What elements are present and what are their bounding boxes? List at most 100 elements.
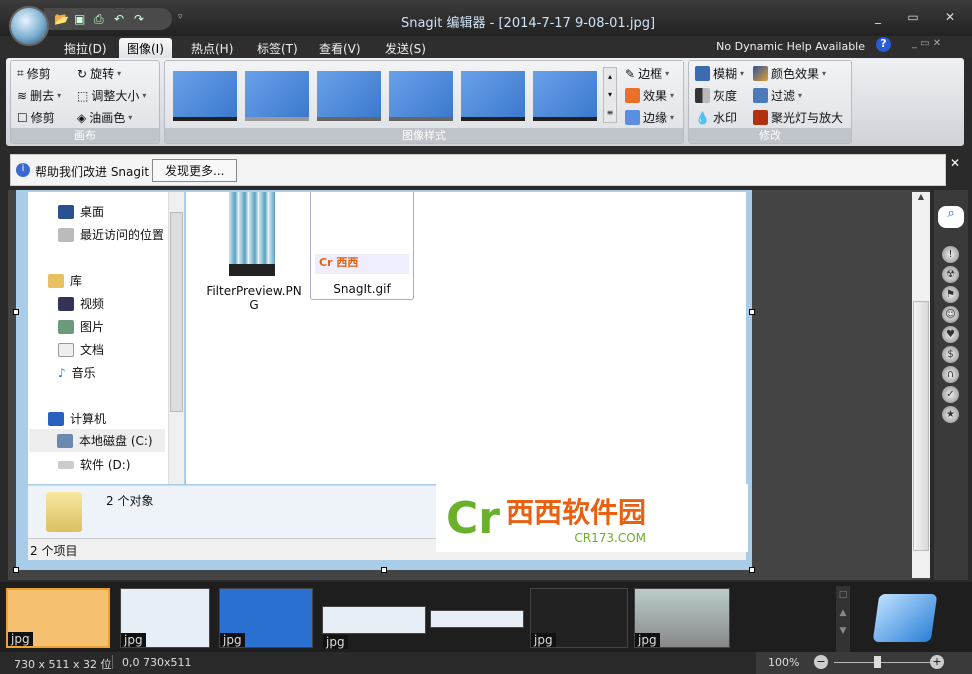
file-item-selected[interactable]: Cr 西西 SnagIt.gif — [310, 192, 414, 300]
color-effects-button[interactable]: 颜色效果 ▾ — [753, 65, 826, 82]
crop-label: 修剪 — [26, 67, 51, 81]
nav-libraries[interactable]: 库 — [48, 272, 82, 289]
minimize-button[interactable]: _ — [868, 10, 888, 24]
trim-button[interactable]: ☐ 修剪 — [17, 109, 55, 126]
nav-pictures[interactable]: 图片 — [58, 318, 104, 335]
rotate-button[interactable]: ↻ 旋转 ▾ — [77, 65, 121, 82]
tab-hotspot[interactable]: 热点(H) — [183, 38, 241, 58]
flag-stamp-icon[interactable]: ⚑ — [942, 286, 959, 303]
tray-thumb[interactable] — [430, 610, 524, 628]
resize-button[interactable]: ⬚ 调整大小 ▾ — [77, 87, 146, 104]
nav-label: 桌面 — [80, 205, 105, 219]
edges-icon — [625, 110, 640, 125]
heart-stamp-icon[interactable]: ♥ — [942, 326, 959, 343]
grayscale-label: 灰度 — [713, 89, 738, 103]
tab-image[interactable]: 图像(I) — [119, 38, 172, 58]
resize-icon: ⬚ — [77, 88, 89, 103]
ribbon-window-controls[interactable]: _ ▭ ✕ — [912, 38, 941, 49]
nav-documents[interactable]: 文档 — [58, 341, 104, 358]
nav-recent[interactable]: 最近访问的位置 — [58, 226, 164, 243]
nav-drive-c[interactable]: 本地磁盘 (C:) — [29, 429, 165, 452]
canvas-color-button[interactable]: ◈ 油画色 ▾ — [77, 109, 132, 126]
picture-icon — [58, 319, 74, 334]
tab-view[interactable]: 查看(V) — [311, 38, 369, 58]
open-library-folder-icon[interactable] — [872, 594, 938, 642]
exclamation-stamp-icon[interactable]: ! — [942, 246, 959, 263]
spotlight-magnify-button[interactable]: 聚光灯与放大 — [753, 109, 843, 126]
nav-videos[interactable]: 视频 — [58, 295, 104, 312]
edges-button[interactable]: 边缘 ▾ — [625, 109, 674, 126]
discover-more-button[interactable]: 发现更多... — [152, 159, 238, 182]
dollar-stamp-icon[interactable]: $ — [942, 346, 959, 363]
resize-handle[interactable] — [13, 309, 19, 315]
thumb-type: jpg — [121, 633, 146, 647]
resize-handle[interactable] — [381, 567, 387, 573]
watermark-button[interactable]: 💧 水印 — [695, 109, 737, 126]
logo-mark: Cr — [446, 492, 500, 544]
nav-label: 计算机 — [70, 412, 107, 426]
canvas-color-label: 油画色 — [89, 111, 126, 125]
file-name[interactable]: FilterPreview.PNG — [204, 284, 304, 312]
app-menu-button[interactable] — [9, 6, 49, 46]
nav-music[interactable]: ♪ 音乐 — [58, 364, 96, 381]
canvas-vertical-scrollbar[interactable]: ▲ — [912, 192, 930, 578]
tray-thumb[interactable]: jpg — [322, 606, 426, 649]
zoom-slider[interactable] — [834, 662, 930, 663]
dynamic-help-text: No Dynamic Help Available — [716, 40, 865, 53]
check-stamp-icon[interactable]: ✓ — [942, 386, 959, 403]
zoom-in-icon[interactable]: + — [930, 655, 944, 669]
style-thumb[interactable] — [173, 71, 237, 121]
style-thumb[interactable] — [461, 71, 525, 121]
tray-thumb[interactable]: jpg — [634, 588, 730, 648]
maximize-button[interactable]: ▭ — [903, 10, 923, 24]
magnet-stamp-icon[interactable]: ∩ — [942, 366, 959, 383]
tray-scroll[interactable]: □ ▲ ▼ — [836, 586, 850, 652]
rotate-label: 旋转 — [90, 67, 115, 81]
nav-desktop[interactable]: 桌面 — [58, 203, 104, 220]
tray-thumb[interactable]: jpg — [219, 588, 313, 648]
styles-gallery-scroll[interactable]: ▴ ▾ ≡ — [603, 67, 617, 123]
tray-thumb-selected[interactable]: jpg — [6, 588, 110, 648]
notification-close-icon[interactable]: ✕ — [950, 156, 960, 170]
tab-tags[interactable]: 标签(T) — [249, 38, 306, 58]
smiley-stamp-icon[interactable]: ☺ — [942, 306, 959, 323]
nav-pane-scrollbar[interactable] — [168, 192, 184, 484]
style-thumb[interactable] — [533, 71, 597, 121]
stamps-panel: ⌕ ! ☢ ⚑ ☺ ♥ $ ∩ ✓ ★ — [934, 190, 968, 580]
zoom-control: 100% − + — [756, 652, 972, 674]
help-icon[interactable]: ? — [876, 37, 891, 52]
filter-button[interactable]: 过滤 ▾ — [753, 87, 802, 104]
tray-thumb[interactable]: jpg — [120, 588, 210, 648]
zoom-out-icon[interactable]: − — [814, 655, 828, 669]
resize-handle[interactable] — [13, 567, 19, 573]
effects-button[interactable]: 效果 ▾ — [625, 87, 674, 104]
style-thumb[interactable] — [317, 71, 381, 121]
nav-label: 文档 — [80, 343, 105, 357]
file-thumbnail[interactable] — [229, 192, 275, 276]
crop-button[interactable]: ⌗ 修剪 — [17, 65, 51, 82]
resize-handle[interactable] — [749, 309, 755, 315]
blur-button[interactable]: 模糊 ▾ — [695, 65, 744, 82]
zoom-slider-thumb[interactable] — [874, 656, 881, 668]
tab-drag[interactable]: 拖拉(D) — [56, 38, 115, 58]
grayscale-button[interactable]: 灰度 — [695, 87, 737, 104]
tray-thumb[interactable]: jpg — [530, 588, 628, 648]
star-stamp-icon[interactable]: ★ — [942, 406, 959, 423]
notification-bar: i 帮助我们改进 Snagit 发现更多... — [10, 154, 946, 186]
border-button[interactable]: ✎ 边框 ▾ — [625, 65, 669, 82]
search-icon[interactable]: ⌕ — [938, 206, 964, 228]
nav-computer[interactable]: 计算机 — [48, 410, 106, 427]
nav-drive-d[interactable]: 软件 (D:) — [58, 456, 130, 473]
modify-group: 模糊 ▾ 颜色效果 ▾ 灰度 过滤 ▾ 💧 水印 聚光灯与放大 修改 — [688, 60, 852, 144]
scroll-up-icon[interactable]: ▲ — [912, 192, 930, 201]
style-thumb[interactable] — [245, 71, 309, 121]
scroll-thumb[interactable] — [913, 301, 929, 551]
radiation-stamp-icon[interactable]: ☢ — [942, 266, 959, 283]
resize-label: 调整大小 — [91, 89, 140, 103]
object-count: 2 个对象 — [106, 494, 154, 508]
close-button[interactable]: ✕ — [940, 10, 960, 24]
tab-send[interactable]: 发送(S) — [377, 38, 434, 58]
style-thumb[interactable] — [389, 71, 453, 121]
cut-out-button[interactable]: ≋ 删去 ▾ — [17, 87, 61, 104]
resize-handle[interactable] — [749, 567, 755, 573]
